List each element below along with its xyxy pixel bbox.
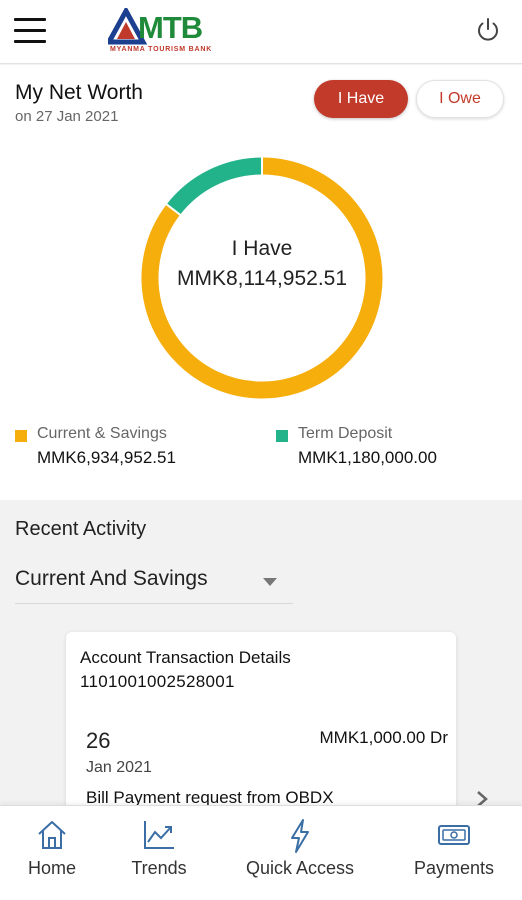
- nav-label-home: Home: [27, 858, 76, 878]
- nav-item-home[interactable]: Home: [12, 806, 92, 900]
- nav-item-trends[interactable]: Trends: [118, 806, 200, 900]
- account-type-dropdown[interactable]: Current And Savings: [15, 562, 293, 604]
- net-worth-title: My Net Worth: [15, 81, 143, 104]
- account-number: 1101001002528001: [80, 672, 235, 691]
- home-icon: [38, 821, 66, 849]
- transaction-day: 26: [86, 728, 111, 753]
- legend-swatch-term-deposit: [276, 430, 288, 442]
- nav-label-trends: Trends: [131, 858, 187, 878]
- net-worth-date: on 27 Jan 2021: [15, 108, 119, 125]
- transaction-month-year: Jan 2021: [86, 759, 152, 776]
- donut-center-label: I Have: [231, 237, 293, 260]
- bottom-navigation: Home Trends Quick Access Payments: [0, 805, 522, 900]
- logo-text: MTB: [138, 10, 203, 45]
- payments-icon: [438, 825, 470, 845]
- nav-item-payments[interactable]: Payments: [400, 806, 508, 900]
- power-icon[interactable]: [474, 16, 502, 44]
- i-owe-toggle[interactable]: I Owe: [416, 80, 504, 118]
- legend-value: MMK1,180,000.00: [298, 448, 437, 467]
- logo-subtitle: MYANMA TOURISM BANK: [110, 46, 213, 53]
- i-have-toggle[interactable]: I Have: [314, 80, 408, 118]
- chevron-down-icon: [263, 578, 277, 586]
- hamburger-menu-icon[interactable]: [14, 18, 46, 44]
- nav-label-quick-access: Quick Access: [245, 858, 355, 878]
- transaction-amount: MMK1,000.00 Dr: [319, 728, 449, 747]
- legend-value: MMK6,934,952.51: [37, 448, 176, 467]
- net-worth-card: My Net Worth on 27 Jan 2021 I Have I Owe…: [0, 65, 522, 500]
- trends-icon: [144, 821, 174, 849]
- legend-name: Current & Savings: [37, 425, 167, 442]
- legend-name: Term Deposit: [298, 425, 393, 442]
- transaction-card-heading: Account Transaction Details: [80, 648, 291, 667]
- recent-activity-title: Recent Activity: [15, 518, 147, 540]
- bank-logo: MTB MYANMA TOURISM BANK: [108, 6, 238, 56]
- donut-slice-term-deposit: [166, 157, 263, 215]
- top-bar: MTB MYANMA TOURISM BANK: [0, 0, 522, 64]
- nav-item-quick-access[interactable]: Quick Access: [232, 806, 368, 900]
- lightning-icon: [291, 819, 309, 853]
- transaction-card[interactable]: Account Transaction Details 110100100252…: [66, 632, 456, 812]
- legend-swatch-current-savings: [15, 430, 27, 442]
- nav-label-payments: Payments: [413, 858, 495, 878]
- donut-center-value: MMK8,114,952.51: [176, 267, 348, 290]
- dropdown-selected-value: Current And Savings: [15, 567, 208, 590]
